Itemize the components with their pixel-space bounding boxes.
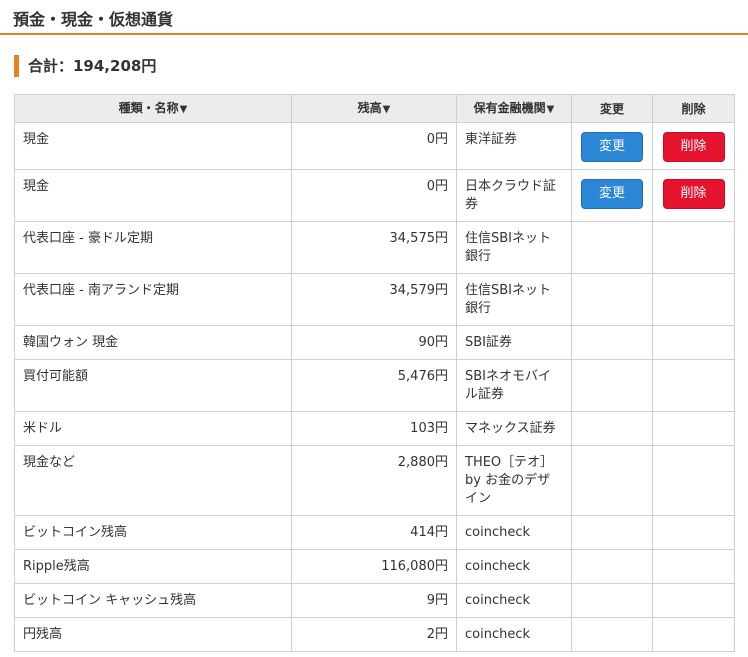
- row-delete-cell: [652, 359, 735, 412]
- row-balance: 116,080円: [291, 549, 457, 584]
- row-delete-cell: [652, 325, 735, 360]
- row-balance: 0円: [291, 169, 457, 222]
- table-row: 円残高 2円 coincheck: [14, 617, 735, 652]
- row-institution: 東洋証券: [456, 122, 572, 170]
- row-balance: 34,575円: [291, 221, 457, 274]
- table-row: 現金 0円 日本クラウド証券 変更 削除: [14, 169, 735, 222]
- row-institution: coincheck: [456, 549, 572, 584]
- delete-button[interactable]: 削除: [662, 132, 725, 162]
- row-edit-cell: [571, 411, 653, 446]
- sort-by-balance-header[interactable]: 残高▼: [291, 94, 457, 123]
- row-delete-cell: [652, 617, 735, 652]
- sort-arrow-icon: ▼: [382, 103, 391, 115]
- row-name: 韓国ウォン 現金: [14, 325, 292, 360]
- row-name: 代表口座 - 豪ドル定期: [14, 221, 292, 274]
- row-edit-cell: [571, 515, 653, 550]
- name-header-label: 種類・名称: [118, 100, 179, 115]
- row-edit-cell: [571, 549, 653, 584]
- total-amount: 合計：194,208円: [14, 55, 748, 77]
- row-edit-cell: [571, 445, 653, 516]
- row-edit-cell: [571, 221, 653, 274]
- row-name: 代表口座 - 南アランド定期: [14, 273, 292, 326]
- table-row: ビットコイン キャッシュ残高 9円 coincheck: [14, 583, 735, 618]
- row-balance: 0円: [291, 122, 457, 170]
- sort-arrow-icon: ▼: [179, 103, 188, 115]
- row-delete-cell: [652, 549, 735, 584]
- table-row: 代表口座 - 豪ドル定期 34,575円 住信SBIネット銀行: [14, 221, 735, 274]
- row-institution: SBI証券: [456, 325, 572, 360]
- row-edit-cell: 変更: [571, 122, 653, 170]
- row-balance: 9円: [291, 583, 457, 618]
- row-delete-cell: [652, 515, 735, 550]
- table-row: 現金など 2,880円 THEO［テオ］by お金のデザイン: [14, 445, 735, 516]
- edit-column-header: 変更: [571, 94, 653, 123]
- row-delete-cell: [652, 445, 735, 516]
- row-name: 現金など: [14, 445, 292, 516]
- row-name: 現金: [14, 169, 292, 222]
- row-balance: 2,880円: [291, 445, 457, 516]
- row-delete-cell: 削除: [652, 169, 735, 222]
- row-institution: coincheck: [456, 583, 572, 618]
- row-institution: 住信SBIネット銀行: [456, 221, 572, 274]
- row-edit-cell: [571, 617, 653, 652]
- sort-by-institution-header[interactable]: 保有金融機関▼: [456, 94, 572, 123]
- edit-button[interactable]: 変更: [581, 179, 643, 209]
- row-balance: 90円: [291, 325, 457, 360]
- row-name: ビットコイン キャッシュ残高: [14, 583, 292, 618]
- row-balance: 34,579円: [291, 273, 457, 326]
- edit-button[interactable]: 変更: [581, 132, 643, 162]
- sort-by-name-header[interactable]: 種類・名称▼: [14, 94, 292, 123]
- row-name: Ripple残高: [14, 549, 292, 584]
- row-institution: coincheck: [456, 515, 572, 550]
- table-row: 代表口座 - 南アランド定期 34,579円 住信SBIネット銀行: [14, 273, 735, 326]
- row-name: ビットコイン残高: [14, 515, 292, 550]
- row-delete-cell: [652, 221, 735, 274]
- row-balance: 103円: [291, 411, 457, 446]
- row-institution: coincheck: [456, 617, 572, 652]
- table-row: ビットコイン残高 414円 coincheck: [14, 515, 735, 550]
- institution-header-label: 保有金融機関: [473, 100, 546, 115]
- row-institution: THEO［テオ］by お金のデザイン: [456, 445, 572, 516]
- table-header-row: 種類・名称▼ 残高▼ 保有金融機関▼ 変更 削除: [14, 94, 735, 123]
- row-edit-cell: 変更: [571, 169, 653, 222]
- row-delete-cell: 削除: [652, 122, 735, 170]
- delete-column-header: 削除: [652, 94, 735, 123]
- row-balance: 2円: [291, 617, 457, 652]
- row-edit-cell: [571, 583, 653, 618]
- row-institution: マネックス証券: [456, 411, 572, 446]
- table-row: 米ドル 103円 マネックス証券: [14, 411, 735, 446]
- delete-button[interactable]: 削除: [662, 179, 725, 209]
- assets-table: 種類・名称▼ 残高▼ 保有金融機関▼ 変更 削除 現金 0円 東洋証券 変更 削…: [14, 94, 735, 652]
- row-delete-cell: [652, 273, 735, 326]
- row-name: 円残高: [14, 617, 292, 652]
- row-institution: 日本クラウド証券: [456, 169, 572, 222]
- row-edit-cell: [571, 359, 653, 412]
- row-edit-cell: [571, 273, 653, 326]
- row-name: 現金: [14, 122, 292, 170]
- table-row: 買付可能額 5,476円 SBIネオモバイル証券: [14, 359, 735, 412]
- row-balance: 414円: [291, 515, 457, 550]
- row-name: 米ドル: [14, 411, 292, 446]
- row-balance: 5,476円: [291, 359, 457, 412]
- row-delete-cell: [652, 583, 735, 618]
- row-edit-cell: [571, 325, 653, 360]
- table-row: 韓国ウォン 現金 90円 SBI証券: [14, 325, 735, 360]
- row-delete-cell: [652, 411, 735, 446]
- row-institution: SBIネオモバイル証券: [456, 359, 572, 412]
- table-row: 現金 0円 東洋証券 変更 削除: [14, 122, 735, 170]
- section-header: 預金・現金・仮想通貨: [0, 0, 748, 35]
- row-institution: 住信SBIネット銀行: [456, 273, 572, 326]
- table-row: Ripple残高 116,080円 coincheck: [14, 549, 735, 584]
- section-title: 預金・現金・仮想通貨: [13, 10, 174, 29]
- balance-header-label: 残高: [357, 100, 382, 115]
- sort-arrow-icon: ▼: [546, 103, 555, 115]
- row-name: 買付可能額: [14, 359, 292, 412]
